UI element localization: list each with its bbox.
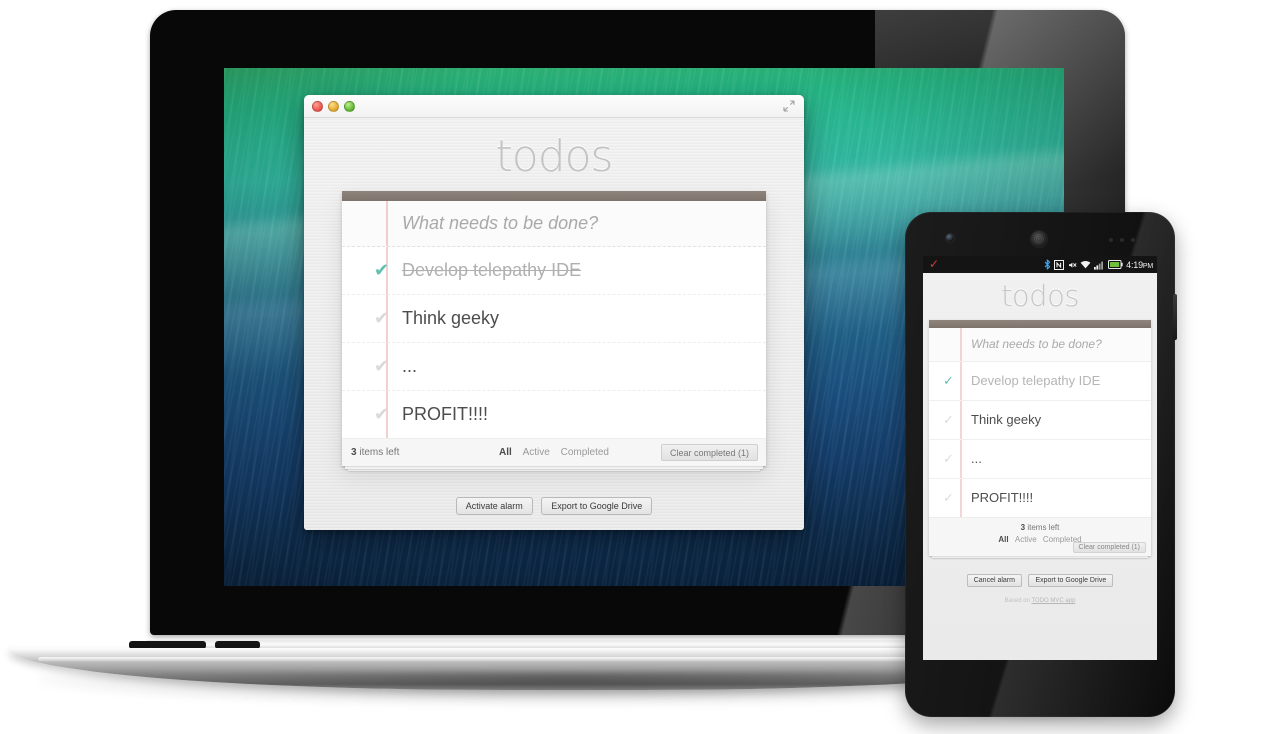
battery-icon: [1108, 260, 1123, 269]
todo-list: ✓ Develop telepathy IDE ✓ Think geeky ✓ …: [929, 362, 1151, 517]
browser-viewport: todos What needs to be done? ✔ Develop t…: [304, 118, 804, 530]
todo-item[interactable]: ✔ Develop telepathy IDE: [342, 247, 766, 295]
window-titlebar[interactable]: [304, 95, 804, 118]
todo-checkmark-icon[interactable]: ✔: [374, 391, 389, 438]
extra-buttons-row: Cancel alarm Export to Google Drive: [923, 569, 1157, 587]
todo-list: ✔ Develop telepathy IDE ✔ Think geeky ✔: [342, 247, 766, 438]
page-title: todos: [1001, 279, 1079, 313]
bluetooth-icon: [1044, 259, 1051, 270]
nfc-icon: [1054, 259, 1065, 270]
page-title: todos: [495, 131, 614, 182]
front-camera-icon: [946, 234, 954, 242]
window-controls: [312, 101, 355, 112]
new-todo-input[interactable]: What needs to be done?: [402, 201, 758, 246]
todo-item-label: PROFIT!!!!: [402, 404, 489, 424]
clear-completed-button[interactable]: Clear completed (1): [1072, 542, 1146, 553]
new-todo-input[interactable]: What needs to be done?: [971, 328, 1102, 361]
filter-all[interactable]: All: [998, 535, 1008, 544]
export-to-google-drive-button[interactable]: Export to Google Drive: [541, 497, 653, 515]
signal-bars-icon: [1094, 261, 1104, 270]
todo-item-label: Think geeky: [971, 412, 1042, 427]
notification-check-icon: ✓: [929, 257, 940, 271]
todo-footer: 3 items left All Active Completed Clear …: [342, 438, 766, 466]
filter-active[interactable]: Active: [523, 439, 550, 466]
todo-item[interactable]: ✔ ...: [342, 343, 766, 391]
todo-checkmark-icon[interactable]: ✔: [374, 295, 389, 342]
toggle-all-bar[interactable]: [342, 191, 766, 201]
todo-item-label: ...: [971, 451, 982, 466]
wifi-icon: [1080, 260, 1091, 268]
credit-prefix: Based on: [1004, 598, 1032, 604]
todo-item-label: Develop telepathy IDE: [971, 373, 1101, 388]
todo-item[interactable]: ✓ Think geeky: [929, 401, 1151, 440]
new-todo-row[interactable]: What needs to be done?: [929, 328, 1151, 362]
minimize-button[interactable]: [328, 101, 339, 112]
android-status-bar: ✓ 4:19PM: [923, 256, 1157, 273]
todo-app-card: What needs to be done? ✔ Develop telepat…: [342, 191, 766, 466]
proximity-sensor-icon: [1109, 238, 1139, 242]
filter-active[interactable]: Active: [1015, 535, 1037, 544]
todo-footer: 3 items left All Active Completed Clear …: [929, 517, 1151, 556]
export-to-google-drive-button[interactable]: Export to Google Drive: [1028, 574, 1114, 587]
todo-checkmark-icon[interactable]: ✓: [943, 401, 954, 439]
phone-viewport: todos What needs to be done? ✓ Develop t…: [923, 273, 1157, 660]
extra-buttons-row: Activate alarm Export to Google Drive: [304, 496, 804, 515]
activate-alarm-button[interactable]: Activate alarm: [455, 497, 533, 515]
todo-item-label: ...: [402, 356, 418, 376]
todo-app-card: What needs to be done? ✓ Develop telepat…: [929, 320, 1151, 556]
phone-screen: ✓ 4:19PM todos What needs to be done? ✓ …: [923, 256, 1157, 660]
phone-power-button[interactable]: [1173, 294, 1177, 340]
filter-completed[interactable]: Completed: [561, 439, 609, 466]
scene-root: todos What needs to be done? ✔ Develop t…: [0, 0, 1280, 734]
cancel-alarm-button[interactable]: Cancel alarm: [966, 574, 1022, 587]
new-todo-row[interactable]: What needs to be done?: [342, 201, 766, 247]
todo-checkmark-icon[interactable]: ✔: [374, 247, 389, 294]
todo-item-label: Develop telepathy IDE: [402, 260, 582, 280]
todo-item[interactable]: ✓ PROFIT!!!!: [929, 479, 1151, 517]
items-left-text: items left: [1025, 523, 1060, 532]
todo-checkmark-icon[interactable]: ✓: [943, 362, 954, 400]
zoom-button[interactable]: [344, 101, 355, 112]
todo-item[interactable]: ✔ Think geeky: [342, 295, 766, 343]
items-left-counter: 3 items left: [929, 518, 1151, 534]
todo-checkmark-icon[interactable]: ✓: [943, 479, 954, 517]
todo-item[interactable]: ✓ ...: [929, 440, 1151, 479]
status-bar-clock: 4:19PM: [1126, 260, 1153, 270]
notebook-margin-rule: [960, 328, 962, 361]
todo-item-label: PROFIT!!!!: [971, 490, 1034, 505]
clock-time: 4:19: [1126, 259, 1143, 270]
vibrate-mute-icon: [1069, 262, 1077, 268]
clear-completed-button[interactable]: Clear completed (1): [660, 444, 758, 461]
close-button[interactable]: [312, 101, 323, 112]
credit-line: Based on TODO MVC app: [923, 598, 1157, 604]
clock-ampm: PM: [1142, 262, 1153, 270]
todo-checkmark-icon[interactable]: ✔: [374, 343, 389, 390]
toggle-all-bar[interactable]: [929, 320, 1151, 328]
todo-item[interactable]: ✔ PROFIT!!!!: [342, 391, 766, 438]
todo-checkmark-icon[interactable]: ✓: [943, 440, 954, 478]
earpiece-speaker-icon: [1031, 231, 1047, 247]
todomvc-link[interactable]: TODO MVC app: [1032, 598, 1076, 604]
filter-all[interactable]: All: [499, 439, 512, 466]
browser-window[interactable]: todos What needs to be done? ✔ Develop t…: [304, 95, 804, 530]
phone-device: ✓ 4:19PM todos What needs to be done? ✓ …: [905, 212, 1177, 717]
status-icons: 4:19PM: [1044, 256, 1153, 273]
resize-diagonal-icon[interactable]: [783, 100, 795, 112]
notebook-margin-rule: [386, 201, 388, 246]
todo-item-label: Think geeky: [402, 308, 500, 328]
todo-item[interactable]: ✓ Develop telepathy IDE: [929, 362, 1151, 401]
